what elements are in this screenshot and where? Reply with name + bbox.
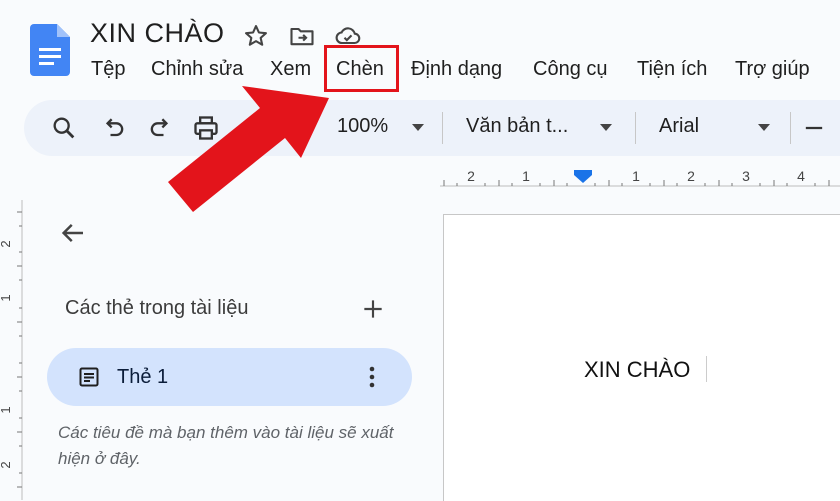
menu-file[interactable]: Tệp <box>91 58 125 81</box>
panel-heading: Các thẻ trong tài liệu <box>65 297 249 319</box>
menu-extensions[interactable]: Tiện ích <box>637 58 707 81</box>
move-folder-icon[interactable] <box>288 22 316 50</box>
font-select[interactable]: Arial <box>659 115 699 138</box>
ruler-label: 2 <box>467 168 475 184</box>
ruler-label: 2 <box>0 240 13 247</box>
menu-format[interactable]: Định dạng <box>411 58 502 81</box>
paragraph-style-select[interactable]: Văn bản t... <box>466 115 568 138</box>
ruler-label: 1 <box>0 406 13 413</box>
ruler-label: 2 <box>687 168 695 184</box>
panel-hint-text: Các tiêu đề mà bạn thêm vào tài liệu sẽ … <box>58 423 394 468</box>
undo-icon[interactable] <box>100 114 128 142</box>
vertical-ruler: 2 1 1 2 <box>0 200 23 500</box>
toolbar-divider <box>790 112 791 144</box>
zoom-caret-icon[interactable] <box>412 124 424 131</box>
star-icon[interactable] <box>242 22 270 50</box>
ruler-label: 1 <box>632 168 640 184</box>
ruler-label: 2 <box>0 461 13 468</box>
tab-label: Thẻ 1 <box>117 366 169 388</box>
toolbar-divider <box>635 112 636 144</box>
menu-help[interactable]: Trợ giúp <box>735 58 810 81</box>
style-caret-icon[interactable] <box>600 124 612 131</box>
toolbar-divider <box>442 112 443 144</box>
font-caret-icon[interactable] <box>758 124 770 131</box>
zoom-select[interactable]: 100% <box>337 115 388 138</box>
add-tab-icon[interactable] <box>360 296 386 322</box>
decrease-font-size-icon[interactable] <box>800 114 828 142</box>
docs-logo-icon[interactable] <box>30 24 70 76</box>
text-cursor <box>706 356 707 382</box>
document-body-text[interactable]: XIN CHÀO <box>584 357 690 383</box>
ruler-label: 4 <box>797 168 805 184</box>
ruler-label: 3 <box>742 168 750 184</box>
tab-item-1[interactable]: Thẻ 1 <box>47 348 412 406</box>
horizontal-ruler: 2 1 1 2 3 4 <box>440 168 840 187</box>
more-vert-icon[interactable] <box>365 362 379 392</box>
document-tab-icon <box>79 367 99 387</box>
ruler-label: 1 <box>522 168 530 184</box>
indent-marker-icon[interactable] <box>574 170 592 183</box>
document-title[interactable]: XIN CHÀO <box>90 18 225 49</box>
top-bar: XIN CHÀO Tệp Chỉnh sửa Xem Chèn Định dạn… <box>0 0 840 100</box>
back-arrow-icon[interactable] <box>58 218 88 248</box>
toolbar: 100% Văn bản t... Arial <box>24 100 840 156</box>
search-menus-icon[interactable] <box>50 114 78 142</box>
red-pointer-arrow <box>168 86 329 212</box>
ruler-label: 1 <box>0 294 13 301</box>
menu-tools[interactable]: Công cụ <box>533 58 608 81</box>
